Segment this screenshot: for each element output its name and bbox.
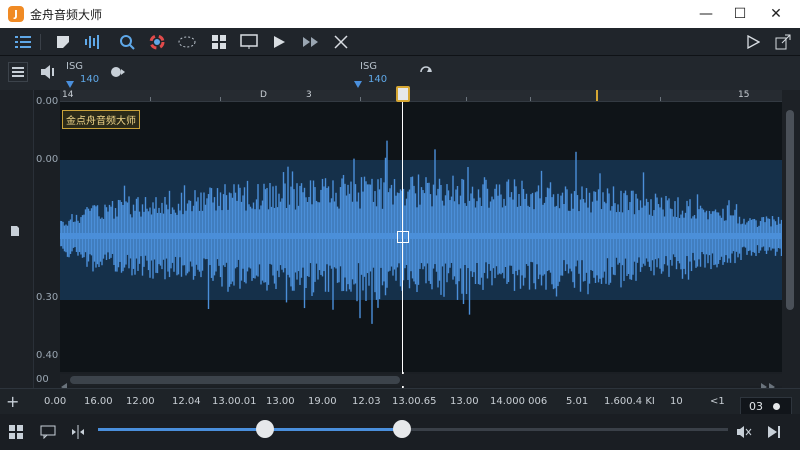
horizontal-scrollbar[interactable] — [60, 374, 782, 391]
ruler-tick — [530, 97, 531, 101]
waveform — [60, 140, 782, 324]
horizontal-scroll-thumb[interactable] — [70, 376, 400, 384]
add-icon[interactable]: + — [6, 392, 19, 411]
timeline-label: <1 — [710, 396, 725, 407]
play-icon[interactable] — [268, 31, 290, 53]
toolbar-divider — [40, 34, 41, 50]
volume-center-label: ISG — [360, 61, 378, 72]
ruler-label: 3 — [306, 90, 312, 100]
ruler-label: D — [260, 90, 267, 100]
timeline-label: 19.00 — [308, 396, 337, 407]
timeline-bar[interactable]: + 0.00 16.00 12.00 12.04 13.00.01 13.00 … — [0, 388, 800, 414]
export-icon[interactable] — [772, 31, 794, 53]
color-wheel-icon[interactable] — [146, 31, 168, 53]
maximize-button[interactable]: ☐ — [722, 0, 758, 28]
play-outline-icon[interactable] — [742, 31, 764, 53]
doc-icon[interactable] — [10, 222, 20, 241]
playhead-handle[interactable] — [396, 86, 410, 102]
y-label: 00 — [36, 374, 49, 385]
y-label: 0.00 — [36, 96, 59, 107]
app-logo-icon: J — [8, 6, 24, 22]
zoom-icon[interactable] — [116, 31, 138, 53]
timeline-label: 14.000 006 — [490, 396, 548, 407]
playback-slider-fill — [98, 428, 401, 431]
left-panel — [0, 90, 34, 390]
track-controls-bar: ISG 140 ISG 140 — [0, 56, 800, 90]
comment-icon[interactable] — [38, 422, 58, 442]
y-label: 0.30 — [36, 292, 59, 303]
waveform-canvas[interactable] — [60, 102, 782, 372]
split-icon[interactable] — [68, 422, 88, 442]
main-toolbar — [0, 28, 800, 56]
select-ellipse-icon[interactable] — [176, 31, 198, 53]
loop-icon[interactable] — [418, 64, 434, 83]
timeline-label: 12.00 — [126, 396, 155, 407]
ruler-label: 15 — [738, 90, 750, 100]
ruler-tick — [660, 97, 661, 101]
timeline-label: 12.04 — [172, 396, 201, 407]
close-button[interactable]: ✕ — [758, 0, 794, 28]
waveform-icon[interactable] — [82, 31, 104, 53]
marker-line[interactable] — [596, 90, 598, 101]
timeline-label: 12.03 — [352, 396, 381, 407]
fast-forward-icon[interactable] — [300, 31, 322, 53]
timeline-label: 13.00.01 — [212, 396, 257, 407]
counter-field[interactable]: 03 — [740, 397, 792, 415]
grid-view-icon[interactable] — [6, 422, 26, 442]
ruler-label: 14 — [62, 90, 74, 100]
slider-start-knob[interactable] — [255, 420, 274, 438]
menu-icon[interactable] — [8, 62, 28, 82]
volume-center-value[interactable]: 140 — [368, 74, 387, 85]
grid-icon[interactable] — [208, 31, 230, 53]
playhead-center-handle[interactable] — [397, 231, 409, 243]
cross-icon[interactable] — [330, 31, 352, 53]
timeline-label: 10 — [670, 396, 683, 407]
ruler-tick — [360, 97, 361, 101]
y-label: 0.40 — [36, 350, 59, 361]
minimize-button[interactable]: — — [688, 0, 724, 28]
timeline-label: 0.00 — [44, 396, 67, 407]
speaker-icon[interactable] — [40, 64, 58, 83]
timeline-label: 1.600.4 KI — [604, 396, 655, 407]
mute-icon[interactable] — [734, 422, 754, 442]
timeline-label: 16.00 — [84, 396, 113, 407]
timeline-label: 13.00 — [266, 396, 295, 407]
ruler-tick — [466, 97, 467, 101]
monitor-icon[interactable] — [238, 31, 260, 53]
track-label[interactable]: 金点舟音频大师 — [62, 110, 140, 129]
time-ruler[interactable]: 14 D 3 15 — [60, 90, 782, 102]
volume-left-value[interactable]: 140 — [80, 74, 99, 85]
timeline-label: 13.00.65 — [392, 396, 437, 407]
record-dot-icon[interactable] — [773, 403, 780, 410]
vertical-scrollbar[interactable] — [782, 90, 800, 390]
app-title: 金舟音频大师 — [30, 7, 103, 22]
timeline-label: 5.01 — [566, 396, 589, 407]
ruler-tick — [150, 97, 151, 101]
list-icon[interactable] — [12, 31, 34, 53]
skip-end-icon[interactable] — [764, 422, 784, 442]
pan-icon[interactable] — [110, 64, 130, 83]
vertical-scroll-thumb[interactable] — [786, 110, 794, 310]
crop-icon[interactable] — [52, 31, 74, 53]
y-label: 0.00 — [36, 154, 59, 165]
title-bar: J 金舟音频大师 — ☐ ✕ — [0, 0, 800, 28]
ruler-tick — [220, 97, 221, 101]
timeline-label: 13.00 — [450, 396, 479, 407]
volume-left-label: ISG — [66, 61, 84, 72]
